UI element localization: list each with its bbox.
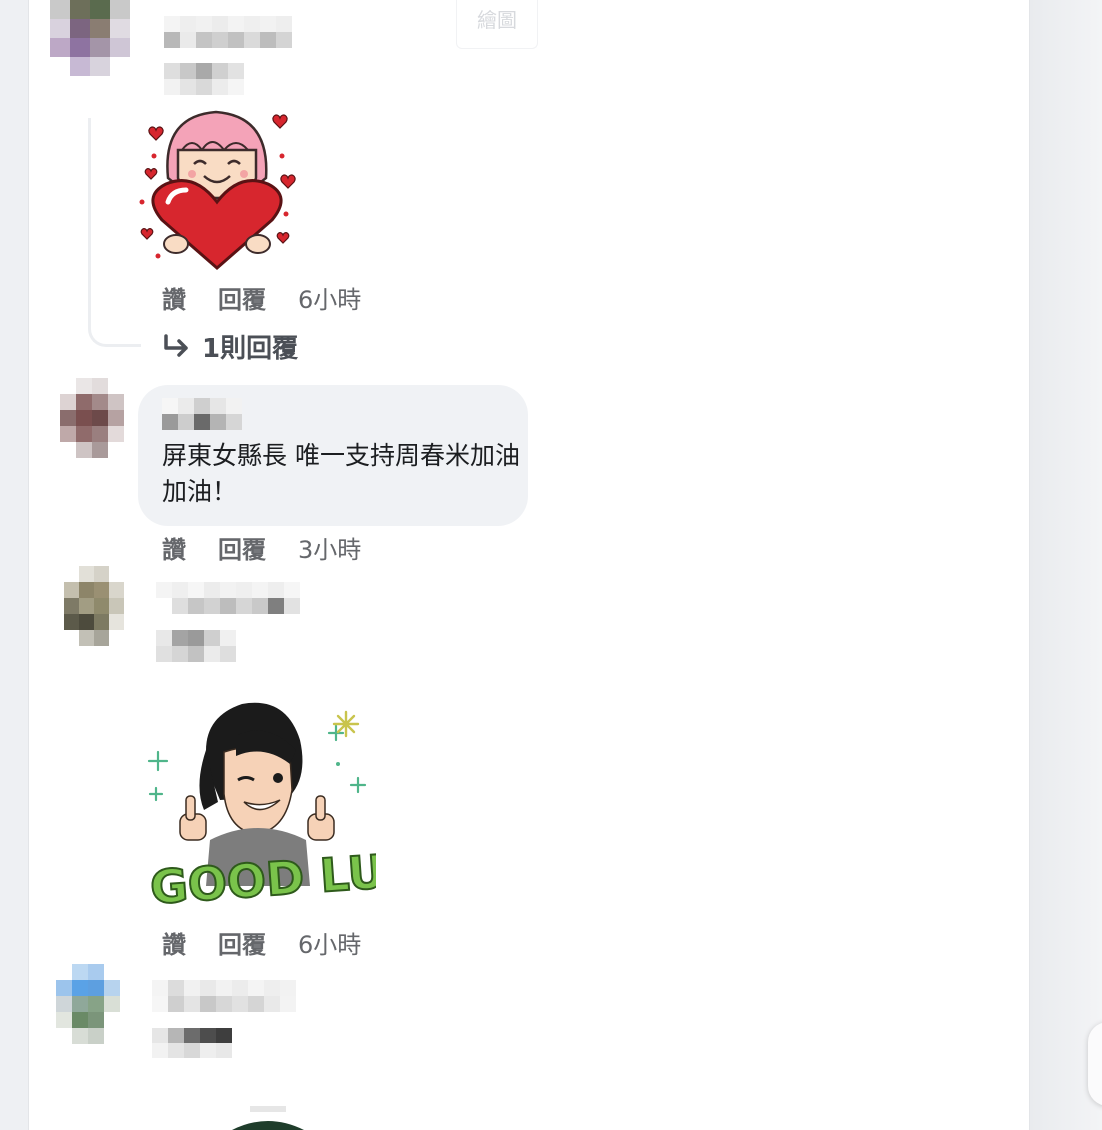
reply-button[interactable]: 回覆 bbox=[218, 280, 266, 315]
author-meta bbox=[156, 630, 236, 662]
sticker-partial bbox=[232, 1106, 304, 1130]
avatar[interactable] bbox=[64, 566, 124, 646]
like-button[interactable]: 讚 bbox=[162, 925, 186, 960]
author-meta bbox=[152, 1028, 232, 1058]
comment-actions: 讚 回覆 6小時 bbox=[162, 280, 361, 315]
avatar[interactable] bbox=[60, 378, 124, 458]
heart-girl-sticker bbox=[139, 110, 296, 270]
comment-actions: 讚 回覆 6小時 bbox=[162, 925, 361, 960]
comment-text: 屏東女縣長 唯一支持周春米加油加油！ bbox=[162, 441, 520, 506]
author-name[interactable] bbox=[152, 980, 296, 1012]
good-luck-sticker: GOOD LUCK bbox=[147, 702, 376, 910]
view-replies-link[interactable]: 1則回覆 bbox=[162, 328, 298, 365]
avatar[interactable] bbox=[56, 964, 120, 1044]
reply-button[interactable]: 回覆 bbox=[218, 530, 266, 565]
timestamp[interactable]: 6小時 bbox=[298, 925, 361, 960]
draw-button[interactable]: 繪圖 bbox=[456, 0, 538, 49]
right-gutter bbox=[1030, 0, 1102, 1130]
reply-arrow-icon bbox=[164, 333, 188, 357]
avatar[interactable] bbox=[50, 0, 130, 76]
replies-count-label: 1則回覆 bbox=[202, 334, 299, 364]
reply-button[interactable]: 回覆 bbox=[218, 925, 266, 960]
like-button[interactable]: 讚 bbox=[162, 280, 186, 315]
author-name[interactable] bbox=[156, 582, 300, 614]
author-name[interactable] bbox=[164, 16, 292, 48]
scroll-handle[interactable] bbox=[1088, 1022, 1102, 1106]
timestamp[interactable]: 6小時 bbox=[298, 280, 361, 315]
like-button[interactable]: 讚 bbox=[162, 530, 186, 565]
author-name[interactable] bbox=[162, 398, 242, 430]
author-meta bbox=[164, 63, 244, 95]
comment-actions: 讚 回覆 3小時 bbox=[162, 530, 361, 565]
timestamp[interactable]: 3小時 bbox=[298, 530, 361, 565]
